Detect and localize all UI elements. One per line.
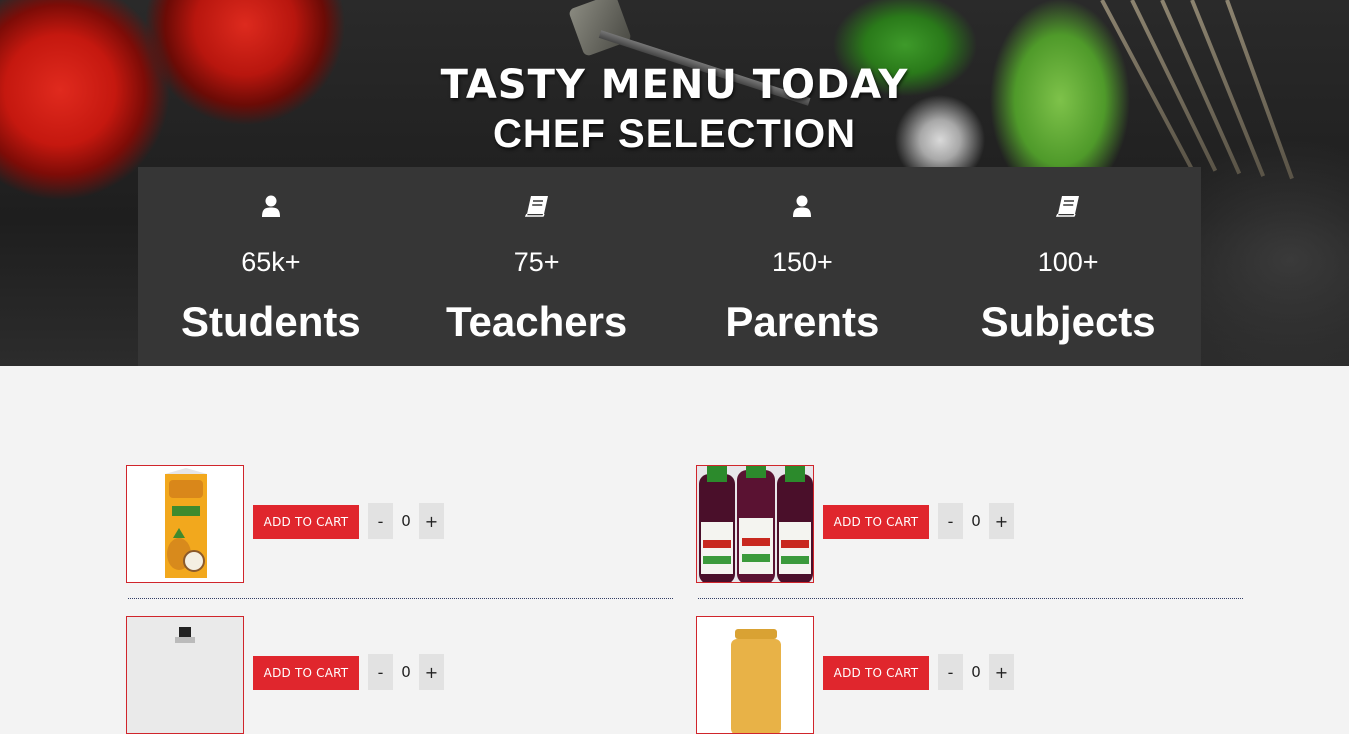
stat-students: 65k+ Students <box>138 167 404 366</box>
stat-subjects: 100+ Subjects <box>935 167 1201 366</box>
quantity-value: 0 <box>401 512 411 530</box>
stats-panel: 65k+ Students 75+ Teachers 150+ Parents … <box>138 167 1201 366</box>
product-divider <box>698 598 1243 599</box>
user-icon <box>261 194 281 218</box>
decrease-quantity-button[interactable]: - <box>938 503 963 539</box>
add-to-cart-button[interactable]: ADD TO CART <box>253 505 359 539</box>
product-grid: ADD TO CART - 0 + ADD TO CART - 0 + ADD … <box>0 366 1349 734</box>
book-icon <box>524 194 549 218</box>
book-icon <box>1056 194 1080 218</box>
add-to-cart-button[interactable]: ADD TO CART <box>823 656 929 690</box>
hero-subtitle: CHEF SELECTION <box>493 112 856 156</box>
decrease-quantity-button[interactable]: - <box>368 503 393 539</box>
zobo-bottles-image[interactable] <box>696 465 814 583</box>
product-divider <box>128 598 673 599</box>
increase-quantity-button[interactable]: + <box>419 654 444 690</box>
juice-carton-image[interactable] <box>126 465 244 583</box>
quantity-value: 0 <box>401 663 411 681</box>
hero-banner: TASTY MENU TODAY CHEF SELECTION 65k+ Stu… <box>0 0 1349 366</box>
add-to-cart-button[interactable]: ADD TO CART <box>823 505 929 539</box>
increase-quantity-button[interactable]: + <box>419 503 444 539</box>
stat-label: Subjects <box>980 298 1156 345</box>
product-image[interactable] <box>696 616 814 734</box>
increase-quantity-button[interactable]: + <box>989 503 1014 539</box>
add-to-cart-button[interactable]: ADD TO CART <box>253 656 359 690</box>
spoon-image <box>567 0 633 58</box>
stat-number: 75+ <box>513 247 560 277</box>
stat-number: 65k+ <box>241 247 301 277</box>
stat-label: Teachers <box>445 298 628 345</box>
decrease-quantity-button[interactable]: - <box>368 654 393 690</box>
user-icon <box>792 194 812 218</box>
hero-title: TASTY MENU TODAY <box>440 62 909 108</box>
stat-parents: 150+ Parents <box>670 167 936 366</box>
stat-number: 150+ <box>771 247 833 277</box>
quantity-value: 0 <box>971 663 981 681</box>
stat-teachers: 75+ Teachers <box>404 167 670 366</box>
product-image[interactable] <box>126 616 244 734</box>
stat-number: 100+ <box>1037 247 1099 277</box>
decrease-quantity-button[interactable]: - <box>938 654 963 690</box>
increase-quantity-button[interactable]: + <box>989 654 1014 690</box>
stat-label: Parents <box>725 298 880 345</box>
stat-label: Students <box>181 298 361 345</box>
quantity-value: 0 <box>971 512 981 530</box>
